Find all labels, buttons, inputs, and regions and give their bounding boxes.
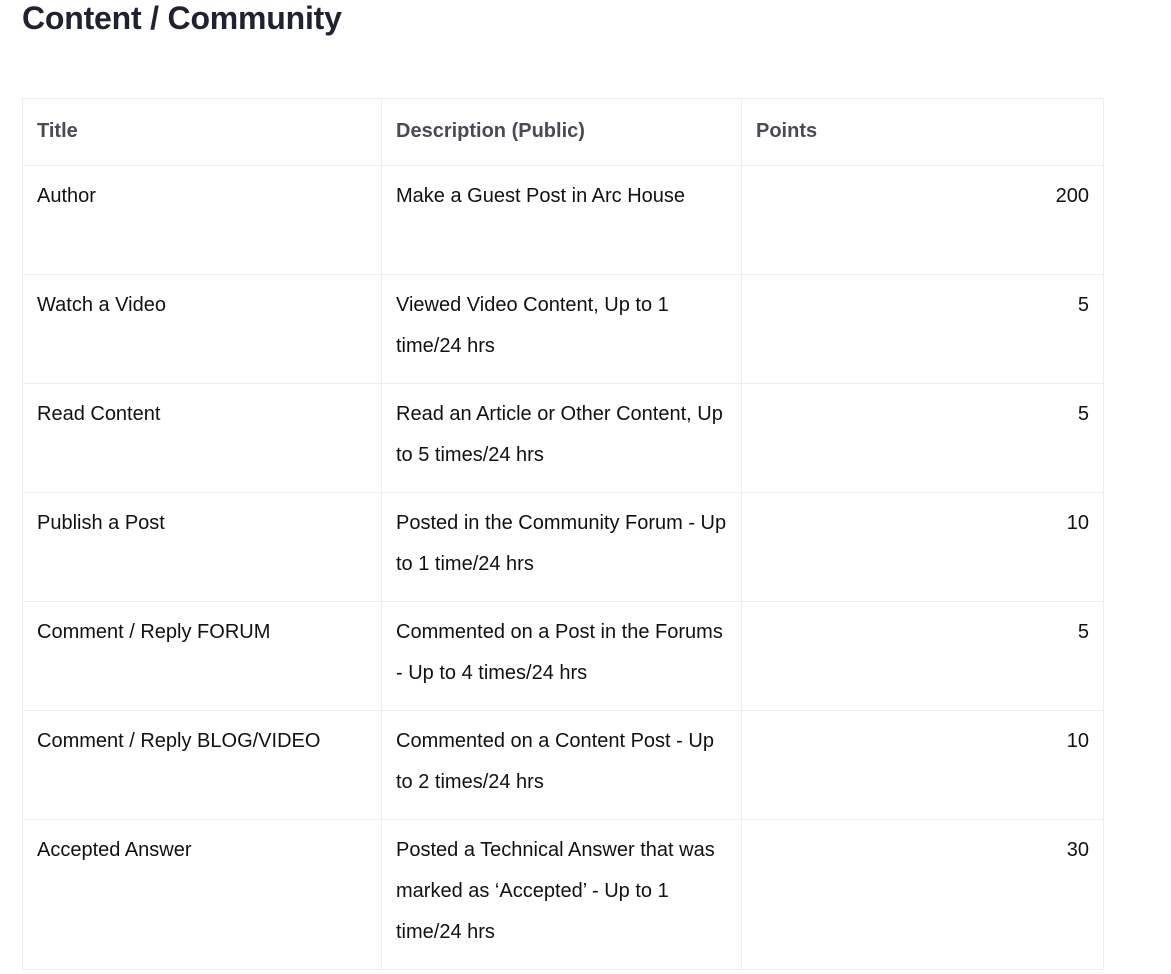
table-row: Author Make a Guest Post in Arc House 20… xyxy=(22,165,1104,275)
row-points: 10 xyxy=(741,710,1104,820)
header-points: Points xyxy=(741,98,1104,166)
row-points: 200 xyxy=(741,165,1104,275)
page-title: Content / Community xyxy=(22,0,342,36)
row-description: Commented on a Content Post - Up to 2 ti… xyxy=(381,710,742,820)
row-description: Commented on a Post in the Forums - Up t… xyxy=(381,601,742,711)
row-title: Comment / Reply BLOG/VIDEO xyxy=(22,710,382,820)
row-title: Comment / Reply FORUM xyxy=(22,601,382,711)
header-description: Description (Public) xyxy=(381,98,742,166)
row-points: 30 xyxy=(741,819,1104,970)
row-title: Author xyxy=(22,165,382,275)
points-table: Title Description (Public) Points Author… xyxy=(22,98,1104,970)
table-row: Watch a Video Viewed Video Content, Up t… xyxy=(22,274,1104,384)
header-title: Title xyxy=(22,98,382,166)
table-body: Author Make a Guest Post in Arc House 20… xyxy=(22,165,1104,970)
table-row: Comment / Reply BLOG/VIDEO Commented on … xyxy=(22,710,1104,820)
row-points: 5 xyxy=(741,274,1104,384)
row-description: Read an Article or Other Content, Up to … xyxy=(381,383,742,493)
table-row: Read Content Read an Article or Other Co… xyxy=(22,383,1104,493)
table-row: Accepted Answer Posted a Technical Answe… xyxy=(22,819,1104,970)
row-description: Make a Guest Post in Arc House xyxy=(381,165,742,275)
row-title: Read Content xyxy=(22,383,382,493)
row-title: Publish a Post xyxy=(22,492,382,602)
header-row: Title Description (Public) Points xyxy=(22,98,1104,166)
row-description: Posted in the Community Forum - Up to 1 … xyxy=(381,492,742,602)
row-title: Watch a Video xyxy=(22,274,382,384)
table-row: Publish a Post Posted in the Community F… xyxy=(22,492,1104,602)
row-points: 5 xyxy=(741,383,1104,493)
row-points: 5 xyxy=(741,601,1104,711)
row-description: Viewed Video Content, Up to 1 time/24 hr… xyxy=(381,274,742,384)
row-description: Posted a Technical Answer that was marke… xyxy=(381,819,742,970)
table-header: Title Description (Public) Points xyxy=(22,98,1104,166)
table-row: Comment / Reply FORUM Commented on a Pos… xyxy=(22,601,1104,711)
row-points: 10 xyxy=(741,492,1104,602)
row-title: Accepted Answer xyxy=(22,819,382,970)
